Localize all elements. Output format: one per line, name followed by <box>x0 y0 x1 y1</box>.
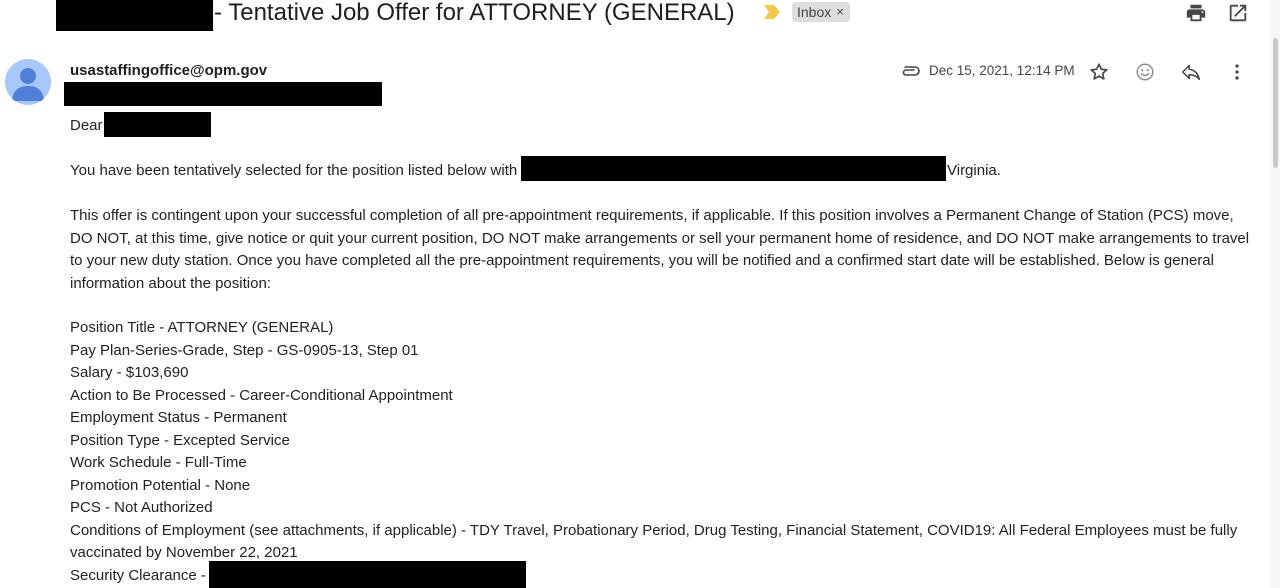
remove-label-icon[interactable]: × <box>836 2 844 22</box>
sender-avatar[interactable] <box>5 59 51 105</box>
detail-salary: Salary - $103,690 <box>70 364 189 381</box>
detail-pay-plan: Pay Plan-Series-Grade, Step - GS-0905-13… <box>70 341 419 359</box>
detail-pcs: PCS - Not Authorized <box>70 499 213 516</box>
scrollbar-thumb[interactable] <box>1273 38 1278 168</box>
selection-location: Virginia. <box>947 162 1001 179</box>
emoji-reaction-icon[interactable] <box>1134 61 1156 83</box>
open-in-new-window-icon[interactable] <box>1227 2 1249 24</box>
detail-position-type: Position Type - Excepted Service <box>70 431 290 449</box>
print-icon[interactable] <box>1185 2 1207 24</box>
contingency-paragraph: This offer is contingent upon your succe… <box>70 207 1250 292</box>
star-icon[interactable] <box>1088 61 1110 83</box>
person-avatar-icon <box>12 68 44 101</box>
selection-sentence: You have been tentatively selected for t… <box>70 162 518 179</box>
detail-action: Action to Be Processed - Career-Conditio… <box>70 386 453 404</box>
inbox-label-text: Inbox <box>797 4 832 20</box>
more-vertical-icon[interactable] <box>1226 61 1248 83</box>
greeting: Dear <box>70 117 103 134</box>
redacted-security-clearance <box>209 561 526 588</box>
email-subject: - Tentative Job Offer for ATTORNEY (GENE… <box>214 0 735 26</box>
conditions-of-employment: Conditions of Employment (see attachment… <box>70 521 1238 562</box>
redacted-agency-name <box>521 156 946 181</box>
redacted-recipient-name <box>104 112 211 137</box>
paperclip-icon <box>902 66 920 76</box>
detail-promotion-potential: Promotion Potential - None <box>70 476 251 494</box>
importance-marker-icon[interactable] <box>764 5 780 19</box>
inbox-label-chip[interactable]: Inbox × <box>792 2 850 22</box>
sender-email[interactable]: usastaffingoffice@opm.gov <box>70 62 267 79</box>
redacted-recipient <box>64 82 382 106</box>
email-date: Dec 15, 2021, 12:14 PM <box>929 63 1075 78</box>
redacted-subject-prefix <box>56 0 213 31</box>
detail-work-schedule: Work Schedule - Full-Time <box>70 454 247 471</box>
detail-employment-status: Employment Status - Permanent <box>70 409 287 426</box>
security-clearance-label: Security Clearance - <box>70 566 206 584</box>
detail-position-title: Position Title - ATTORNEY (GENERAL) <box>70 319 334 336</box>
reply-icon[interactable] <box>1180 61 1202 83</box>
